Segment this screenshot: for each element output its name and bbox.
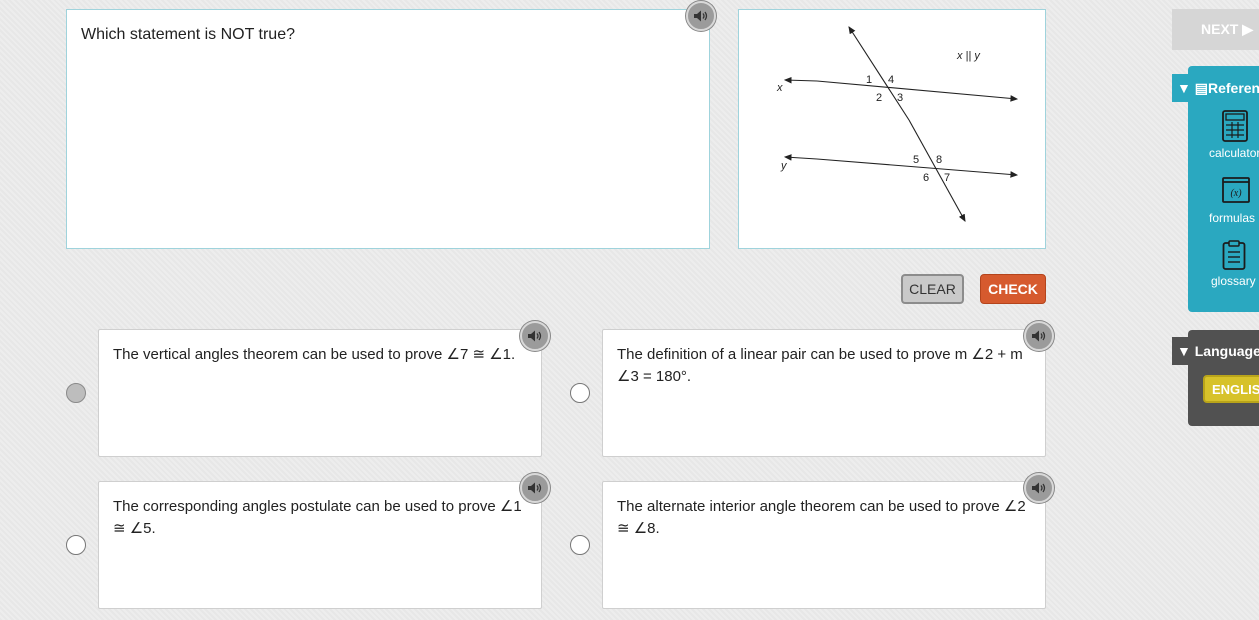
angle-label-4: 4: [888, 74, 894, 86]
glossary-icon: [1222, 240, 1246, 270]
figure-panel: x || y x y 1 4 2 3 5 8 6 7: [738, 9, 1046, 249]
glossary-label: glossary: [1211, 274, 1256, 288]
english-language-button[interactable]: ENGLISH: [1203, 375, 1259, 403]
language-header-label: ▼ Language: [1177, 343, 1259, 359]
speaker-icon: [528, 482, 542, 494]
line-y-left: [783, 154, 818, 161]
answer-b-audio-button[interactable]: [1024, 321, 1054, 351]
angle-label-6: 6: [923, 172, 929, 184]
formulas-tool[interactable]: (x) formulas: [1198, 177, 1259, 237]
question-audio-button[interactable]: [686, 1, 716, 31]
speaker-icon: [528, 330, 542, 342]
answer-c-card[interactable]: The corresponding angles postulate can b…: [98, 481, 542, 609]
check-button[interactable]: CHECK: [980, 274, 1046, 304]
glossary-tool[interactable]: glossary: [1198, 240, 1259, 300]
language-header[interactable]: ▼ Language: [1172, 337, 1259, 365]
answer-b-text: The definition of a linear pair can be u…: [617, 346, 1023, 385]
answer-d-audio-button[interactable]: [1024, 473, 1054, 503]
formulas-glyph: (x): [1230, 188, 1242, 199]
formulas-icon: (x): [1222, 177, 1250, 203]
angle-label-8: 8: [936, 154, 942, 166]
reference-header[interactable]: ▼ ▤Reference: [1172, 74, 1259, 102]
line-x-left: [783, 76, 818, 84]
calculator-tool[interactable]: calculator: [1198, 110, 1259, 170]
transversal-top: [848, 26, 910, 121]
answer-a-audio-button[interactable]: [520, 321, 550, 351]
line-y-label: y: [780, 160, 788, 172]
formulas-label: formulas: [1209, 211, 1256, 225]
clear-button[interactable]: CLEAR: [901, 274, 964, 304]
answer-b-card[interactable]: The definition of a linear pair can be u…: [602, 329, 1046, 457]
parallel-note: x || y: [956, 50, 981, 62]
angle-label-7: 7: [944, 172, 950, 184]
reference-header-label: ▼ ▤Reference: [1177, 79, 1259, 96]
answer-d-text: The alternate interior angle theorem can…: [617, 498, 1026, 537]
speaker-icon: [1032, 330, 1046, 342]
angle-label-5: 5: [913, 154, 919, 166]
parallel-lines-diagram: x || y x y 1 4 2 3 5 8 6 7: [776, 26, 1019, 222]
answer-d-radio[interactable]: [570, 535, 590, 555]
question-panel: Which statement is NOT true?: [66, 9, 710, 249]
answer-a-radio[interactable]: [66, 383, 86, 403]
answer-c-text: The corresponding angles postulate can b…: [113, 498, 522, 537]
question-text: Which statement is NOT true?: [81, 26, 295, 43]
answer-c-audio-button[interactable]: [520, 473, 550, 503]
angle-label-2: 2: [876, 92, 882, 104]
line-x-label: x: [776, 82, 783, 94]
calculator-label: calculator: [1209, 146, 1259, 160]
line-x: [816, 80, 1019, 102]
next-button[interactable]: NEXT ▶: [1172, 9, 1259, 50]
answer-c-radio[interactable]: [66, 535, 86, 555]
calculator-icon: [1222, 110, 1248, 142]
angle-label-1: 1: [866, 74, 872, 86]
answer-a-card[interactable]: The vertical angles theorem can be used …: [98, 329, 542, 457]
answer-d-card[interactable]: The alternate interior angle theorem can…: [602, 481, 1046, 609]
speaker-icon: [1032, 482, 1046, 494]
answer-b-radio[interactable]: [570, 383, 590, 403]
speaker-icon: [694, 10, 708, 22]
answer-a-text: The vertical angles theorem can be used …: [113, 346, 516, 363]
angle-label-3: 3: [897, 92, 903, 104]
